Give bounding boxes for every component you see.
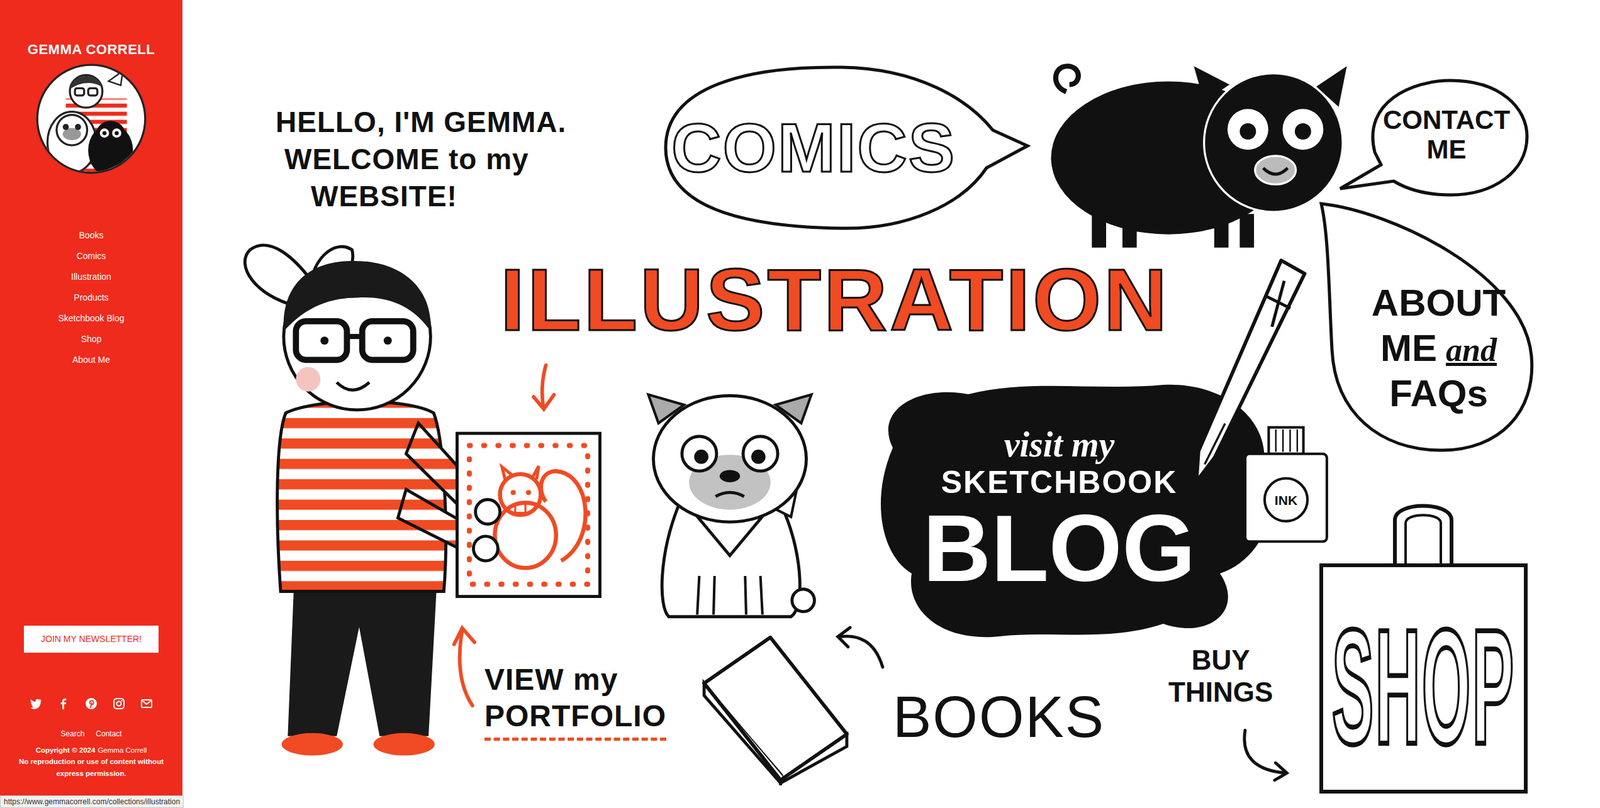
contact-label[interactable]: ME [1426, 135, 1467, 165]
social-links [29, 697, 153, 711]
shop-link[interactable]: SHOP [1316, 495, 1531, 796]
curved-arrow-icon [831, 624, 888, 671]
sidebar-nav-item[interactable]: Products [57, 287, 124, 309]
blog-label[interactable]: SKETCHBOOK [941, 464, 1178, 502]
blog-label[interactable]: visit my [1004, 425, 1115, 465]
facebook-icon[interactable] [57, 697, 70, 711]
right-arrow-icon [1236, 726, 1293, 783]
footer-link[interactable]: Contact [95, 728, 122, 740]
sidebar-nav-item[interactable]: Sketchbook Blog [57, 308, 124, 330]
about-label[interactable]: ME [1380, 327, 1438, 370]
contact-link[interactable]: CONTACT ME [1337, 76, 1531, 200]
footer-link[interactable]: Search [60, 728, 85, 740]
book-icon [699, 622, 852, 786]
greeting-line: HELLO, I'M GEMMA. [275, 103, 567, 141]
instagram-icon[interactable] [112, 697, 126, 711]
comics-label[interactable]: COMICS [671, 113, 956, 183]
copyright-notice: No reproduction or use of content withou… [8, 756, 174, 780]
pug-icon [627, 382, 832, 623]
about-label[interactable]: and [1445, 332, 1497, 369]
contact-label[interactable]: CONTACT [1382, 105, 1511, 135]
newsletter-button[interactable]: JOIN MY NEWSLETTER! [23, 626, 159, 654]
footer-links: Search Contact [60, 728, 122, 740]
sidebar: GEMMA CORRELL [0, 0, 183, 808]
site-title[interactable]: GEMMA CORRELL [27, 41, 155, 58]
down-arrow-icon [525, 362, 562, 414]
sidebar-nav-item[interactable]: Books [57, 225, 124, 247]
illustration-link[interactable]: ILLUSTRATION [500, 251, 1170, 349]
status-bar-url: https://www.gemmacorrell.com/collections… [0, 795, 184, 808]
about-label[interactable]: FAQs [1389, 371, 1489, 417]
sidebar-nav: BooksComicsIllustrationProductsSketchboo… [57, 225, 124, 371]
portfolio-link[interactable]: VIEW my PORTFOLIO [484, 661, 667, 742]
comics-link[interactable]: COMICS [653, 61, 1031, 235]
books-link[interactable]: BOOKS [892, 682, 1105, 752]
buy-label: THINGS [1168, 676, 1273, 710]
greeting-line: WEBSITE! [275, 178, 567, 216]
copyright: Copyright © 2024Gemma Correll No reprodu… [8, 744, 174, 780]
shop-label[interactable]: SHOP [1331, 604, 1516, 769]
portfolio-label[interactable]: VIEW my [484, 661, 667, 699]
pinterest-icon[interactable] [84, 697, 98, 711]
speech-bubble-icon [1316, 198, 1536, 454]
up-arrow-icon [449, 622, 481, 710]
about-label[interactable]: ABOUT [1371, 280, 1506, 326]
home-illustration: HELLO, I'M GEMMA. WELCOME to my WEBSITE!… [182, 0, 1600, 808]
ink-label: INK [1274, 493, 1298, 508]
owner-link[interactable]: Gemma Correll [97, 746, 147, 755]
black-pug-icon [1040, 55, 1353, 250]
blog-label[interactable]: BLOG [923, 501, 1196, 596]
portfolio-label[interactable]: PORTFOLIO [484, 698, 667, 735]
sidebar-nav-item[interactable]: Comics [57, 246, 124, 267]
sidebar-nav-item[interactable]: About Me [57, 349, 124, 371]
about-link[interactable]: ABOUT MEand FAQs [1316, 198, 1536, 454]
greeting: HELLO, I'M GEMMA. WELCOME to my WEBSITE! [275, 103, 567, 216]
avatar-icon[interactable] [35, 62, 148, 175]
buy-things: BUY THINGS [1168, 644, 1273, 709]
ink-bottle-icon: INK [1240, 423, 1332, 547]
greeting-line: WELCOME to my [275, 140, 567, 179]
sidebar-nav-item[interactable]: Illustration [57, 266, 124, 288]
sidebar-nav-item[interactable]: Shop [57, 329, 124, 350]
twitter-icon[interactable] [29, 697, 43, 711]
copyright-text: Copyright © 2024 [35, 746, 96, 755]
buy-label: BUY [1168, 644, 1273, 677]
email-icon[interactable] [140, 697, 153, 711]
